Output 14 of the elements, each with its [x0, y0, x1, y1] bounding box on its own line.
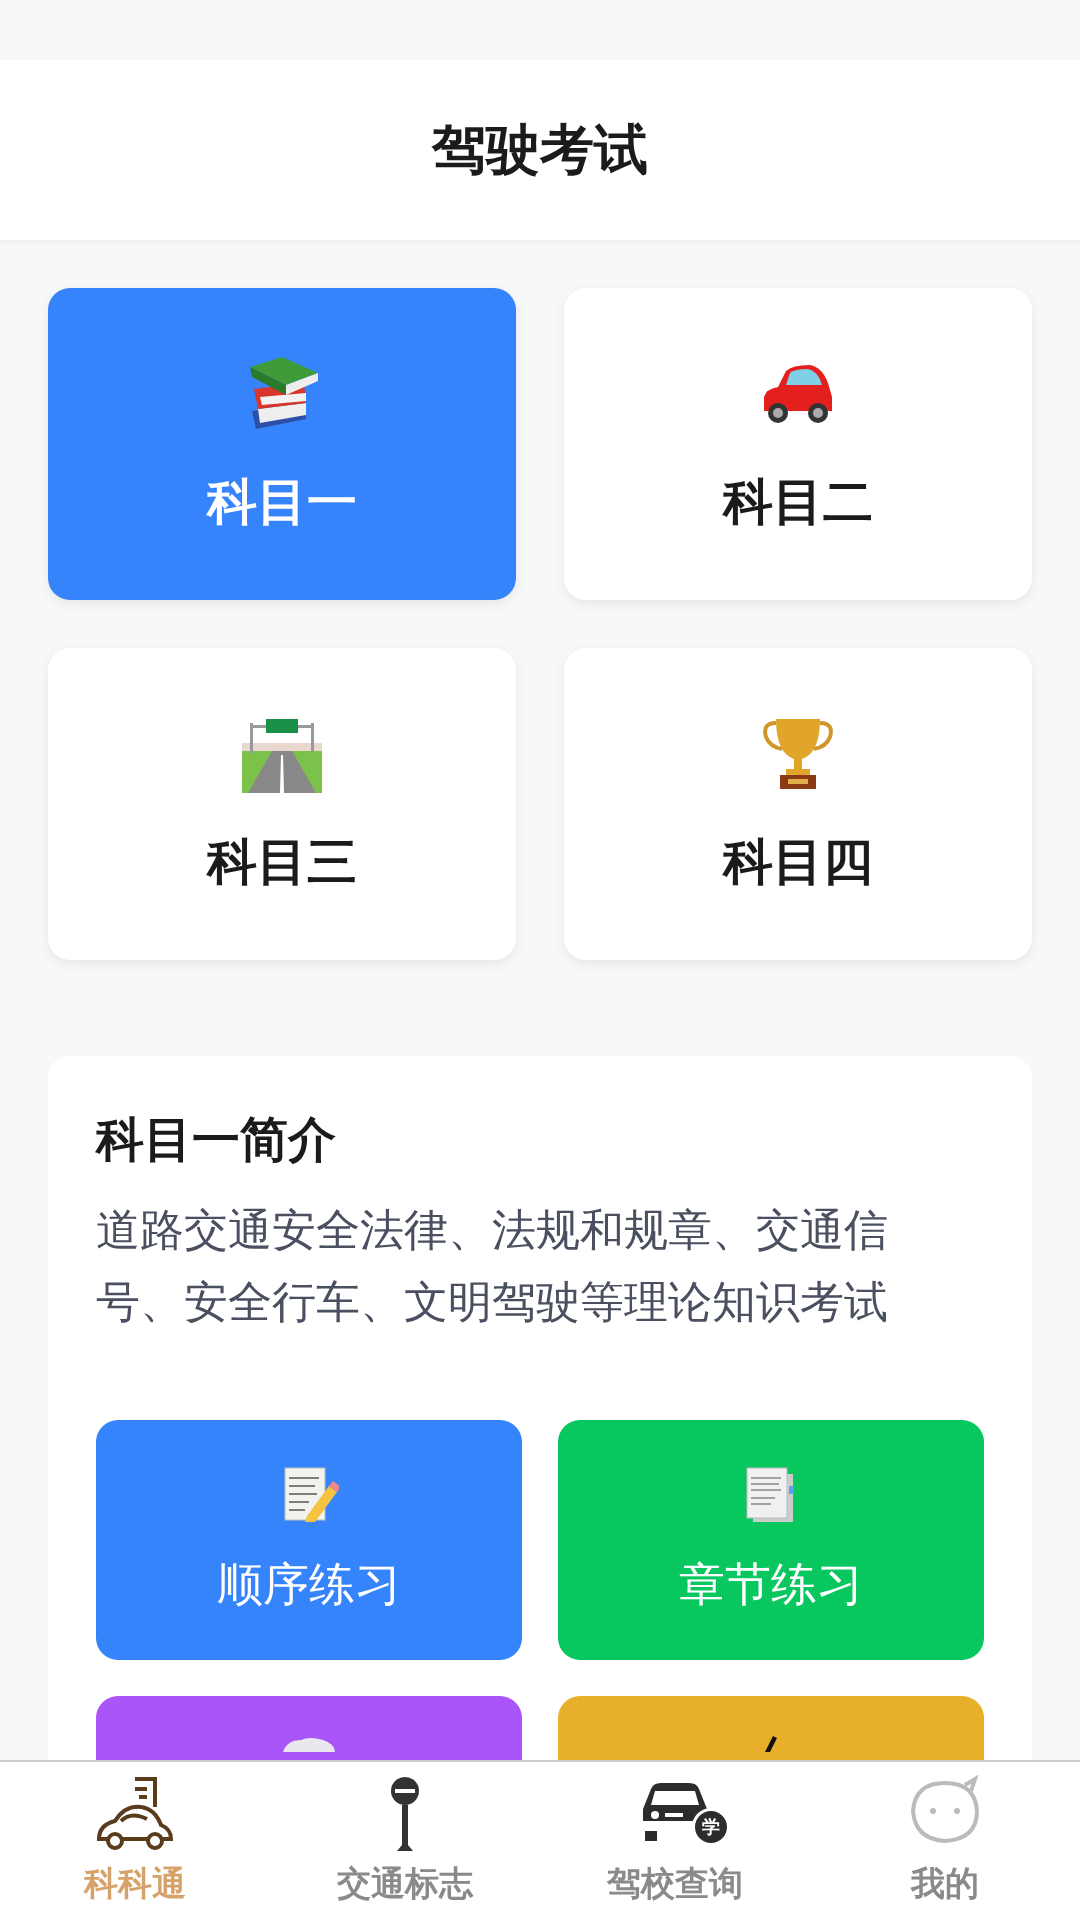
- practice-button[interactable]: 顺序练习: [96, 1420, 522, 1660]
- intro-text: 道路交通安全法律、法规和规章、交通信号、安全行车、文明驾驶等理论知识考试: [96, 1203, 889, 1329]
- practice-button[interactable]: 章节练习: [558, 1420, 984, 1660]
- nav-tab[interactable]: 交通标志: [270, 1762, 540, 1920]
- subject-card[interactable]: 科目四: [564, 648, 1032, 960]
- subject-card[interactable]: 科目二: [564, 288, 1032, 600]
- nav-tab[interactable]: 学 驾校查询: [540, 1762, 810, 1920]
- badge: 学: [692, 1808, 730, 1846]
- subject-card[interactable]: 科目三: [48, 648, 516, 960]
- nav-tab[interactable]: 科科通: [0, 1762, 270, 1920]
- intro-title: 科目一简介: [96, 1110, 337, 1169]
- nav-tab[interactable]: 我的: [810, 1762, 1080, 1920]
- page-title: 驾驶考试: [432, 116, 648, 183]
- subject-card[interactable]: 科目一: [48, 288, 516, 600]
